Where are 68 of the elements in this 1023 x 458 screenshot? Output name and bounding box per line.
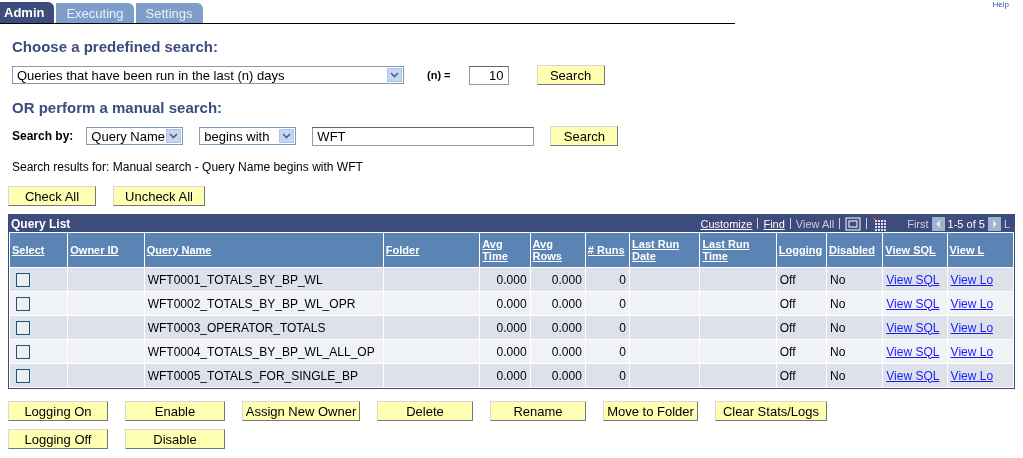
table-cell-text: 0.000 (551, 344, 582, 359)
table-cell-text: No (830, 296, 846, 311)
help-link[interactable]: Help (992, 0, 1009, 9)
action-button[interactable]: Disable (125, 429, 225, 449)
search-button[interactable]: Search (536, 65, 605, 85)
table-cell-text: WFT0002_TOTALS_BY_BP_WL_OPR (147, 296, 356, 311)
table-cell-text: Off (779, 368, 796, 383)
n-label: (n) = (427, 69, 451, 81)
table-cell-text: 0.000 (551, 368, 582, 383)
section-heading: Choose a predefined search: (12, 38, 219, 55)
table-cell-text: 0.000 (496, 320, 527, 335)
last-text: L (1003, 217, 1010, 230)
action-button[interactable]: Rename (490, 401, 586, 421)
table-cell-text: No (830, 368, 846, 383)
predefined-search-select[interactable]: Queries that have been run in the last (n) days (12, 66, 404, 84)
action-button[interactable]: Logging Off (8, 429, 108, 449)
table-cell-text: Off (779, 344, 796, 359)
table-cell-text: 0.000 (551, 296, 582, 311)
table-cell-text: 0 (619, 320, 627, 335)
table-cell-text: No (830, 344, 846, 359)
check-button[interactable]: Uncheck All (113, 186, 205, 206)
table-cell-text: 0.000 (551, 320, 582, 335)
table-cell-text: WFT0004_TOTALS_BY_BP_WL_ALL_OP (147, 344, 375, 359)
table-cell-text: WFT0003_OPERATOR_TOTALS (147, 320, 326, 335)
table-cell-text: 0 (619, 344, 627, 359)
grid-title: Query List (11, 216, 71, 231)
table-cell-text: 0.000 (496, 344, 527, 359)
table-cell-text: 0 (619, 296, 627, 311)
action-button[interactable]: Enable (125, 401, 225, 421)
range-text: 1-5 of 5 (947, 217, 985, 230)
popup-window-icon[interactable] (845, 216, 862, 231)
select-checkbox[interactable] (16, 320, 30, 335)
select-checkbox[interactable] (16, 272, 30, 287)
first-text: First (907, 217, 929, 230)
tab[interactable]: Admin (0, 2, 55, 23)
select-checkbox[interactable] (16, 368, 30, 383)
table-cell-text: Off (779, 320, 796, 335)
action-button[interactable]: Assign New Owner (242, 401, 360, 421)
table-cell-text: 0.000 (551, 272, 582, 287)
select-checkbox[interactable] (16, 344, 30, 359)
action-button[interactable]: Delete (377, 401, 473, 421)
search-results-text: Search results for: Manual search - Query Name begins with WFT (12, 160, 363, 174)
table-cell-text: 0 (619, 272, 627, 287)
n-input-field[interactable]: 10 (468, 65, 509, 85)
action-button[interactable]: Logging On (8, 401, 108, 421)
select-checkbox[interactable] (16, 296, 30, 311)
table-cell-text: No (830, 320, 846, 335)
table-cell-text: 0.000 (496, 296, 527, 311)
table-cell-text: Off (779, 272, 796, 287)
grid-nav-link[interactable]: Customize (700, 217, 753, 230)
section-heading: OR perform a manual search: (12, 99, 224, 116)
search-text-field[interactable]: WFT (312, 126, 535, 146)
table-cell-text: No (830, 272, 846, 287)
search-by-label: Search by: (12, 129, 74, 143)
operator-select[interactable]: begins with (199, 127, 297, 145)
grid-download-icon[interactable] (872, 216, 887, 231)
search-button[interactable]: Search (550, 126, 619, 146)
table-cell-text: 0 (619, 368, 627, 383)
check-button[interactable]: Check All (8, 186, 96, 206)
action-button[interactable]: Move to Folder (603, 401, 698, 421)
table-cell-text: Off (779, 296, 796, 311)
field-select[interactable]: Query Name (86, 127, 184, 145)
action-button[interactable]: Clear Stats/Logs (715, 401, 827, 421)
grid-nav-link[interactable]: Find (763, 217, 785, 230)
table-cell-text: 0.000 (496, 272, 527, 287)
table-cell-text: WFT0005_TOTALS_FOR_SINGLE_BP (147, 368, 358, 383)
table-cell-text: 0.000 (496, 368, 527, 383)
table-cell-text: WFT0001_TOTALS_BY_BP_WL (147, 272, 323, 287)
